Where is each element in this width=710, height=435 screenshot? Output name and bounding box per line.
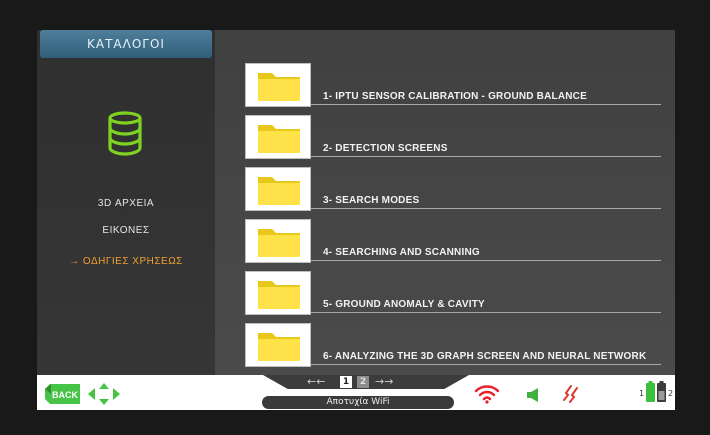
prev-page-button[interactable]: ←←	[307, 375, 325, 389]
folder-icon	[245, 63, 311, 107]
battery-2-label: 2	[668, 389, 674, 398]
folder-icon	[245, 323, 311, 367]
page-2-button[interactable]: 2	[357, 376, 369, 388]
next-page-button[interactable]: →→	[375, 375, 393, 389]
folder-label: 3- SEARCH MODES	[323, 195, 420, 206]
folder-item[interactable]: 4- SEARCHING AND SCANNING	[245, 219, 661, 265]
folder-item[interactable]: 6- ANALYZING THE 3D GRAPH SCREEN AND NEU…	[245, 323, 661, 369]
battery-indicator: 1 2	[639, 381, 673, 403]
vibration-icon	[561, 384, 581, 408]
folder-item[interactable]: 1- IPTU SENSOR CALIBRATION - GROUND BALA…	[245, 63, 661, 109]
folder-list: 1- IPTU SENSOR CALIBRATION - GROUND BALA…	[215, 30, 675, 375]
sidebar: ΚΑΤΑΛΟΓΟΙ 3D ΑΡΧΕΙΑ ΕΙΚΟΝΕΣ → ΟΔΗΓΙΕΣ ΧΡ…	[37, 30, 215, 375]
pager: ←← 1 2 →→	[307, 375, 447, 389]
folder-label: 6- ANALYZING THE 3D GRAPH SCREEN AND NEU…	[323, 351, 647, 362]
wifi-status-text: Αποτυχία WiFi	[262, 396, 454, 409]
speaker-icon	[526, 387, 540, 406]
sidebar-item-images[interactable]: ΕΙΚΟΝΕΣ	[37, 225, 215, 236]
wifi-icon	[474, 384, 500, 408]
folder-label: 4- SEARCHING AND SCANNING	[323, 247, 480, 258]
sidebar-item-user-manual[interactable]: → ΟΔΗΓΙΕΣ ΧΡΗΣΕΩΣ	[37, 256, 215, 267]
folder-label: 1- IPTU SENSOR CALIBRATION - GROUND BALA…	[323, 91, 587, 102]
sidebar-title: ΚΑΤΑΛΟΓΟΙ	[40, 30, 212, 58]
sidebar-item-3d-files[interactable]: 3D ΑΡΧΕΙΑ	[37, 198, 215, 209]
folder-item[interactable]: 2- DETECTION SCREENS	[245, 115, 661, 161]
battery-1-label: 1	[639, 389, 645, 398]
status-bar: BACK ←← 1 2 →→ Αποτυχία WiFi 1 2	[37, 375, 675, 410]
folder-item[interactable]: 5- GROUND ANOMALY & CAVITY	[245, 271, 661, 317]
device-frame: ΚΑΤΑΛΟΓΟΙ 3D ΑΡΧΕΙΑ ΕΙΚΟΝΕΣ → ΟΔΗΓΙΕΣ ΧΡ…	[0, 0, 710, 435]
folder-icon	[245, 219, 311, 263]
folder-label: 5- GROUND ANOMALY & CAVITY	[323, 299, 485, 310]
folder-icon	[245, 167, 311, 211]
folder-icon	[245, 271, 311, 315]
direction-pad-icon[interactable]	[87, 382, 121, 410]
folder-label: 2- DETECTION SCREENS	[323, 143, 448, 154]
folder-icon	[245, 115, 311, 159]
page-1-button[interactable]: 1	[340, 376, 352, 388]
screen: ΚΑΤΑΛΟΓΟΙ 3D ΑΡΧΕΙΑ ΕΙΚΟΝΕΣ → ΟΔΗΓΙΕΣ ΧΡ…	[37, 30, 675, 410]
back-button[interactable]: BACK	[44, 383, 82, 409]
database-icon	[107, 110, 143, 156]
back-label: BACK	[52, 390, 78, 400]
battery-icon	[646, 381, 666, 402]
folder-item[interactable]: 3- SEARCH MODES	[245, 167, 661, 213]
